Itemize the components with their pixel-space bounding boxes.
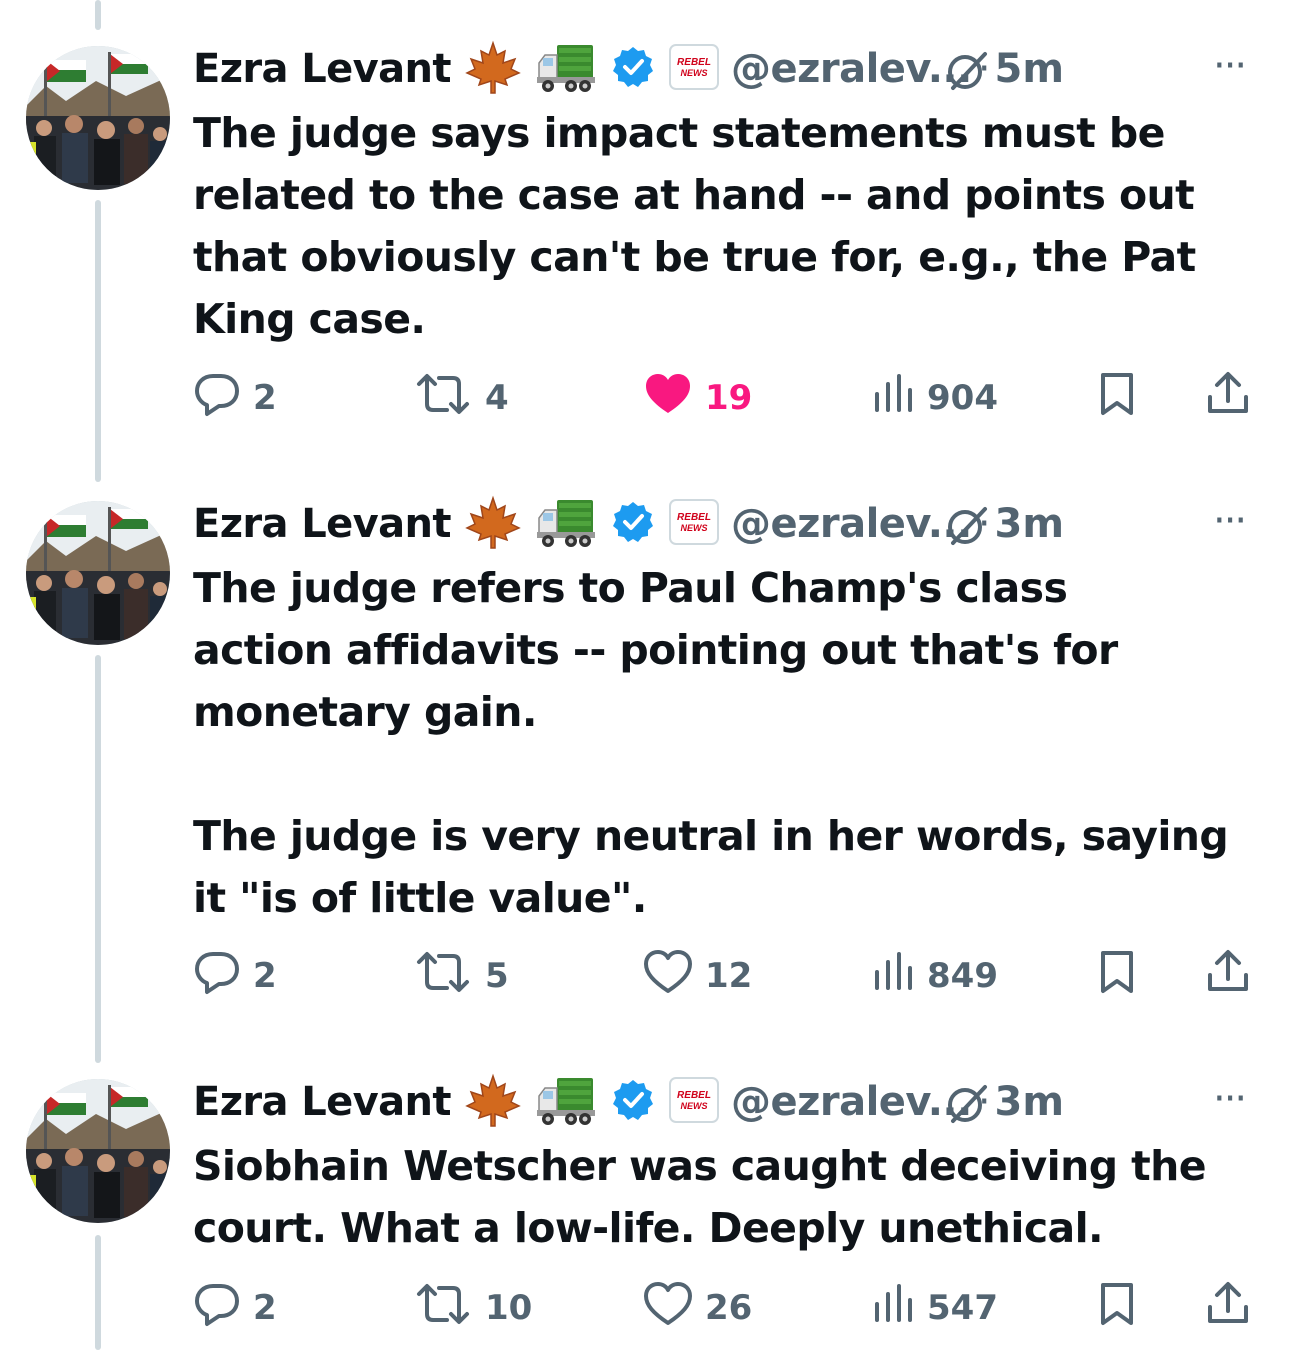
author-name[interactable]: Ezra Levant xyxy=(193,46,452,92)
reply-icon xyxy=(193,1280,241,1337)
bookmark-button[interactable] xyxy=(1097,1278,1137,1338)
tweet-header: Ezra Levant REBEL NEWS @ezralev... · 3m xyxy=(193,1073,1273,1131)
more-options-icon[interactable]: ··· xyxy=(1213,1079,1247,1119)
repost-count: 4 xyxy=(485,378,509,418)
timestamp[interactable]: 5m xyxy=(995,46,1065,92)
view-count: 547 xyxy=(927,1288,998,1328)
like-count: 19 xyxy=(705,378,753,418)
timestamp[interactable]: 3m xyxy=(995,501,1065,547)
share-icon xyxy=(1205,1281,1251,1336)
repost-icon xyxy=(413,950,473,1003)
reply-button[interactable]: 2 xyxy=(193,1278,277,1338)
author-name[interactable]: Ezra Levant xyxy=(193,1079,452,1125)
repost-button[interactable]: 4 xyxy=(413,368,509,428)
avatar[interactable] xyxy=(26,46,170,190)
svg-text:REBEL: REBEL xyxy=(677,1090,711,1101)
action-bar: 2 5 12 849 xyxy=(193,946,1263,1006)
maple-leaf-icon xyxy=(465,1072,521,1132)
like-button[interactable]: 26 xyxy=(643,1278,752,1338)
author-handle[interactable]: @ezralev... xyxy=(731,1079,972,1125)
share-button[interactable] xyxy=(1205,368,1251,428)
reply-count: 2 xyxy=(253,378,277,418)
bookmark-icon xyxy=(1097,949,1137,1004)
share-button[interactable] xyxy=(1205,1278,1251,1338)
reply-count: 2 xyxy=(253,956,277,996)
more-options-icon[interactable]: ··· xyxy=(1213,501,1247,541)
grok-icon[interactable] xyxy=(945,48,989,96)
verified-badge-icon[interactable] xyxy=(611,1078,655,1126)
author-handle[interactable]: @ezralev... xyxy=(731,501,972,547)
repost-icon xyxy=(413,1282,473,1335)
views-button[interactable]: 547 xyxy=(871,1278,998,1338)
repost-count: 10 xyxy=(485,1288,533,1328)
action-bar: 2 4 19 904 xyxy=(193,368,1263,428)
rebel-news-affiliate-badge[interactable]: REBEL NEWS xyxy=(668,499,719,549)
reply-count: 2 xyxy=(253,1288,277,1328)
like-count: 26 xyxy=(705,1288,753,1328)
avatar[interactable] xyxy=(26,1079,170,1223)
thread-line xyxy=(95,1235,101,1350)
tweet-text: The judge says impact statements must be… xyxy=(193,109,1196,343)
thread-line xyxy=(95,655,101,1063)
reply-button[interactable]: 2 xyxy=(193,368,277,428)
svg-text:REBEL: REBEL xyxy=(677,57,711,68)
heart-icon xyxy=(643,1281,693,1336)
views-button[interactable]: 904 xyxy=(871,368,998,428)
thread-line xyxy=(95,0,101,30)
repost-button[interactable]: 5 xyxy=(413,946,509,1006)
like-count: 12 xyxy=(705,956,753,996)
maple-leaf-icon xyxy=(465,494,521,554)
maple-leaf-icon xyxy=(465,39,521,99)
truck-icon xyxy=(535,39,597,99)
avatar[interactable] xyxy=(26,501,170,645)
author-name[interactable]: Ezra Levant xyxy=(193,501,452,547)
share-icon xyxy=(1205,371,1251,426)
verified-badge-icon[interactable] xyxy=(611,45,655,93)
tweet-header: Ezra Levant REBEL NEWS @ezralev... · 3m xyxy=(193,495,1273,553)
thread-line xyxy=(95,200,101,482)
share-button[interactable] xyxy=(1205,946,1251,1006)
like-button[interactable]: 12 xyxy=(643,946,752,1006)
bookmark-icon xyxy=(1097,371,1137,426)
view-count: 904 xyxy=(927,378,998,418)
svg-text:REBEL: REBEL xyxy=(677,512,711,523)
reply-icon xyxy=(193,370,241,427)
truck-icon xyxy=(535,1072,597,1132)
like-button[interactable]: 19 xyxy=(643,368,752,428)
views-button[interactable]: 849 xyxy=(871,946,998,1006)
verified-badge-icon[interactable] xyxy=(611,500,655,548)
action-bar: 2 10 26 547 xyxy=(193,1278,1263,1338)
svg-text:NEWS: NEWS xyxy=(680,68,707,78)
grok-icon[interactable] xyxy=(945,503,989,551)
analytics-icon xyxy=(871,950,915,1003)
analytics-icon xyxy=(871,1282,915,1335)
svg-text:NEWS: NEWS xyxy=(680,523,707,533)
share-icon xyxy=(1205,949,1251,1004)
reply-button[interactable]: 2 xyxy=(193,946,277,1006)
svg-text:NEWS: NEWS xyxy=(680,1101,707,1111)
repost-icon xyxy=(413,372,473,425)
rebel-news-affiliate-badge[interactable]: REBEL NEWS xyxy=(668,44,719,94)
grok-icon[interactable] xyxy=(945,1081,989,1129)
view-count: 849 xyxy=(927,956,998,996)
heart-icon xyxy=(643,949,693,1004)
author-handle[interactable]: @ezralev... xyxy=(731,46,972,92)
heart-filled-icon xyxy=(643,371,693,426)
timestamp[interactable]: 3m xyxy=(995,1079,1065,1125)
reply-icon xyxy=(193,948,241,1005)
tweet-header: Ezra Levant REBEL NEWS @ezralev... · 5m xyxy=(193,40,1273,98)
repost-button[interactable]: 10 xyxy=(413,1278,532,1338)
bookmark-button[interactable] xyxy=(1097,368,1137,428)
analytics-icon xyxy=(871,372,915,425)
bookmark-button[interactable] xyxy=(1097,946,1137,1006)
more-options-icon[interactable]: ··· xyxy=(1213,46,1247,86)
bookmark-icon xyxy=(1097,1281,1137,1336)
tweet-text: Siobhain Wetscher was caught deceiving t… xyxy=(193,1142,1207,1252)
truck-icon xyxy=(535,494,597,554)
tweet-text: The judge refers to Paul Champ's class a… xyxy=(193,564,1229,922)
rebel-news-affiliate-badge[interactable]: REBEL NEWS xyxy=(668,1077,719,1127)
repost-count: 5 xyxy=(485,956,509,996)
